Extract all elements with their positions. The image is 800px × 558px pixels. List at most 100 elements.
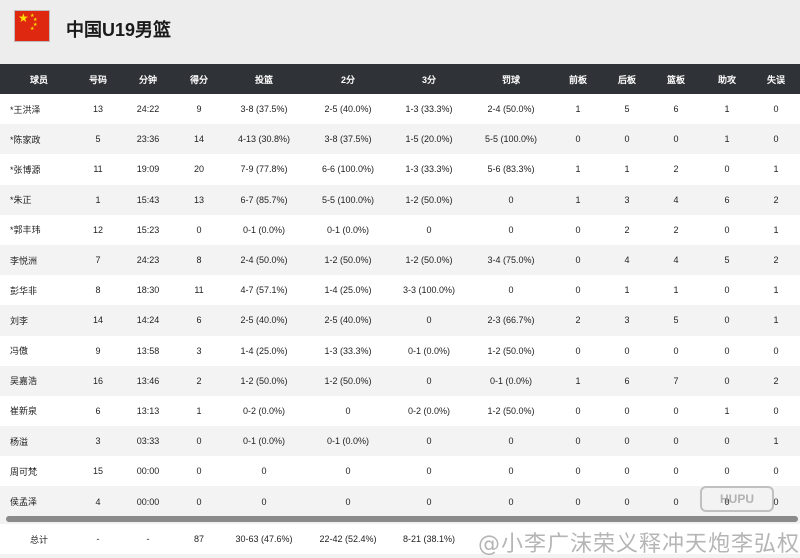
stat-cell: 0	[426, 436, 432, 447]
stat-cell: 0	[724, 164, 730, 175]
stat-cell: 3	[196, 345, 202, 356]
stat-cell: 0	[673, 405, 679, 416]
scrollbar-thumb[interactable]	[6, 516, 798, 522]
stat-cell: 0	[508, 194, 514, 205]
column-header[interactable]: 前板	[552, 64, 604, 94]
stat-cell: 0-2 (0.0%)	[242, 405, 286, 416]
stat-cell: 0	[575, 134, 581, 145]
stat-cell: 1-2 (50.0%)	[405, 255, 453, 266]
stat-cell: 0	[673, 436, 679, 447]
stat-cell: 4	[673, 194, 679, 205]
table-row: *张博源 11 19:09 20 7-9 (77.8%) 6-6 (100.0%) 1-3 …	[0, 154, 800, 185]
stat-cell: 2	[196, 375, 202, 386]
stat-cell: 11	[93, 164, 103, 175]
table-header-row: 球员 号码 分钟 得分 投篮 2分 3分 罚球 前板 后板 篮板 助攻 失误	[0, 64, 800, 94]
stat-cell: 6	[673, 104, 679, 115]
table-row: 冯傲 9 13:58 3 1-4 (25.0%) 1-3 (33.3%) 0-1 (0.0%…	[0, 335, 800, 366]
stat-cell: 6	[724, 194, 730, 205]
column-header[interactable]: 投篮	[220, 64, 308, 94]
stat-cell: 0	[673, 496, 679, 507]
stat-cell: 16	[92, 375, 103, 386]
stat-cell: 0	[426, 224, 432, 235]
stat-cell: 24:22	[136, 104, 160, 115]
player-name: 周可梵	[10, 466, 38, 477]
table-row: 侯孟泽 4 00:00 0 0 0 0 0 0 0 0 0 0	[0, 486, 800, 517]
column-header[interactable]: 3分	[388, 64, 470, 94]
stat-cell: 2	[673, 164, 679, 175]
stat-cell: 1	[196, 405, 202, 416]
column-header[interactable]: 罚球	[470, 64, 552, 94]
stat-cell: 0	[196, 224, 202, 235]
stat-cell: 5-6 (83.3%)	[487, 164, 535, 175]
stat-cell: 2	[773, 255, 779, 266]
table-row: 刘李 14 14:24 6 2-5 (40.0%) 2-5 (40.0%) 0 2-3 (66…	[0, 305, 800, 336]
hupu-logo: HUPU	[700, 486, 774, 512]
stat-cell: 1	[773, 315, 779, 326]
column-header[interactable]: 篮板	[650, 64, 702, 94]
column-header[interactable]: 得分	[178, 64, 220, 94]
stat-cell: 0	[575, 285, 581, 296]
column-header[interactable]: 失误	[752, 64, 800, 94]
stat-cell: 0	[773, 466, 779, 477]
stat-cell: 1	[575, 164, 581, 175]
stat-cell: 0	[624, 436, 630, 447]
stat-cell: 2	[773, 194, 779, 205]
table-row: 彭华非 8 18:30 11 4-7 (57.1%) 1-4 (25.0%) 3-3 (10…	[0, 275, 800, 306]
stat-cell: 5	[673, 315, 679, 326]
stat-cell: 2	[673, 224, 679, 235]
stat-cell: 6	[624, 375, 630, 386]
totals-cell: -	[96, 534, 100, 544]
team-header: ★ ★ ★ ★ ★ 中国U19男篮	[0, 0, 800, 64]
table-row: 崔新泉 6 13:13 1 0-2 (0.0%) 0 0-2 (0.0%) 1-2 (50.0…	[0, 395, 800, 427]
column-header[interactable]: 后板	[604, 64, 650, 94]
horizontal-scrollbar[interactable]	[6, 516, 798, 522]
stat-cell: 2-3 (66.7%)	[487, 315, 535, 326]
stat-cell: 1	[95, 194, 101, 205]
totals-cell: 8-21 (38.1%)	[402, 534, 456, 544]
column-header[interactable]: 分钟	[118, 64, 178, 94]
player-name: *朱正	[10, 195, 32, 206]
stat-cell: 14	[92, 315, 103, 326]
stat-cell: 0-1 (0.0%)	[326, 224, 370, 235]
stat-cell: 9	[196, 104, 202, 115]
stat-cell: 5-5 (100.0%)	[321, 194, 375, 205]
stat-cell: 1	[575, 194, 581, 205]
table-row: 杨溢 3 03:33 0 0-1 (0.0%) 0-1 (0.0%) 0 0 0 0 0 0 1	[0, 426, 800, 457]
stat-cell: 0	[673, 466, 679, 477]
column-header[interactable]: 2分	[308, 64, 388, 94]
column-header[interactable]: 号码	[78, 64, 118, 94]
stat-cell: 0	[624, 466, 630, 477]
stat-cell: 7-9 (77.8%)	[240, 164, 288, 175]
stat-cell: 3	[624, 315, 630, 326]
stat-cell: 13:58	[136, 345, 160, 356]
stat-cell: 00:00	[136, 496, 160, 507]
stat-cell: 0	[575, 224, 581, 235]
stat-cell: 0	[724, 285, 730, 296]
stat-cell: 0-1 (0.0%)	[489, 375, 533, 386]
player-name: 李悦洲	[10, 255, 38, 266]
column-header[interactable]: 球员	[0, 64, 78, 94]
stat-cell: 3-4 (75.0%)	[487, 255, 535, 266]
column-header[interactable]: 助攻	[702, 64, 752, 94]
stat-cell: 0	[575, 405, 581, 416]
stat-cell: 0	[426, 375, 432, 386]
stat-cell: 0	[724, 345, 730, 356]
stat-cell: 2-5 (40.0%)	[324, 104, 372, 115]
stat-cell: 0	[773, 345, 779, 356]
stat-cell: 3-8 (37.5%)	[240, 104, 288, 115]
player-name: *郭丰玮	[10, 225, 41, 236]
stat-cell: 1-3 (33.3%)	[324, 345, 372, 356]
stat-cell: 0	[196, 436, 202, 447]
player-name: *王洪泽	[10, 104, 41, 115]
player-name: 彭华非	[10, 285, 38, 296]
stat-cell: 0	[624, 345, 630, 356]
stat-cell: 3	[95, 436, 101, 447]
stat-cell: 0	[345, 496, 351, 507]
stat-cell: 0	[196, 496, 202, 507]
stat-cell: 1	[773, 164, 779, 175]
stat-cell: 14	[193, 134, 204, 145]
stat-cell: 1-4 (25.0%)	[324, 285, 372, 296]
stat-cell: 5	[724, 255, 730, 266]
totals-cell: 87	[193, 534, 204, 544]
stat-cell: 4-7 (57.1%)	[240, 285, 288, 296]
